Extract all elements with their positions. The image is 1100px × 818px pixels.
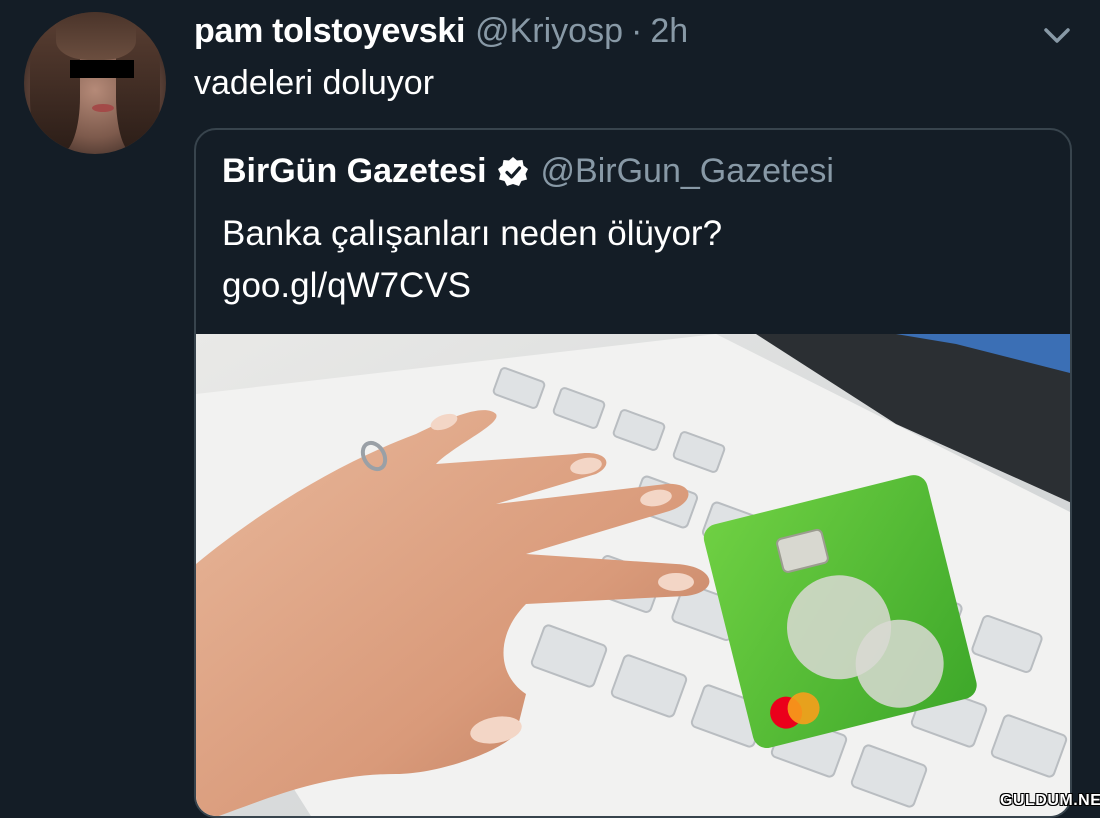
quoted-tweet-image[interactable]	[196, 334, 1070, 816]
quoted-tweet-link[interactable]: goo.gl/qW7CVS	[222, 260, 1042, 312]
timestamp[interactable]: 2h	[650, 12, 688, 51]
tweet[interactable]: pam tolstoyevski @Kriyosp · 2h vadeleri …	[0, 0, 1100, 818]
quoted-tweet[interactable]: BirGün Gazetesi @BirGun_Gazetesi Banka ç…	[194, 128, 1072, 818]
quoted-user-handle: @BirGun_Gazetesi	[540, 152, 834, 190]
display-name[interactable]: pam tolstoyevski	[194, 12, 465, 51]
quoted-tweet-text: Banka çalışanları neden ölüyor? goo.gl/q…	[222, 208, 1042, 312]
tweet-text: vadeleri doluyor	[194, 64, 435, 102]
chevron-down-icon[interactable]	[1040, 22, 1074, 48]
watermark: GULDUM.NET	[1000, 792, 1100, 809]
user-handle[interactable]: @Kriyosp	[475, 12, 623, 51]
quoted-tweet-header: BirGün Gazetesi @BirGun_Gazetesi	[222, 152, 834, 191]
separator-dot: ·	[630, 12, 643, 50]
tweet-header: pam tolstoyevski @Kriyosp · 2h	[194, 12, 688, 52]
verified-badge-icon	[497, 156, 529, 188]
avatar[interactable]	[24, 12, 166, 154]
quoted-display-name: BirGün Gazetesi	[222, 152, 487, 190]
quoted-tweet-text-line: Banka çalışanları neden ölüyor?	[222, 214, 723, 253]
